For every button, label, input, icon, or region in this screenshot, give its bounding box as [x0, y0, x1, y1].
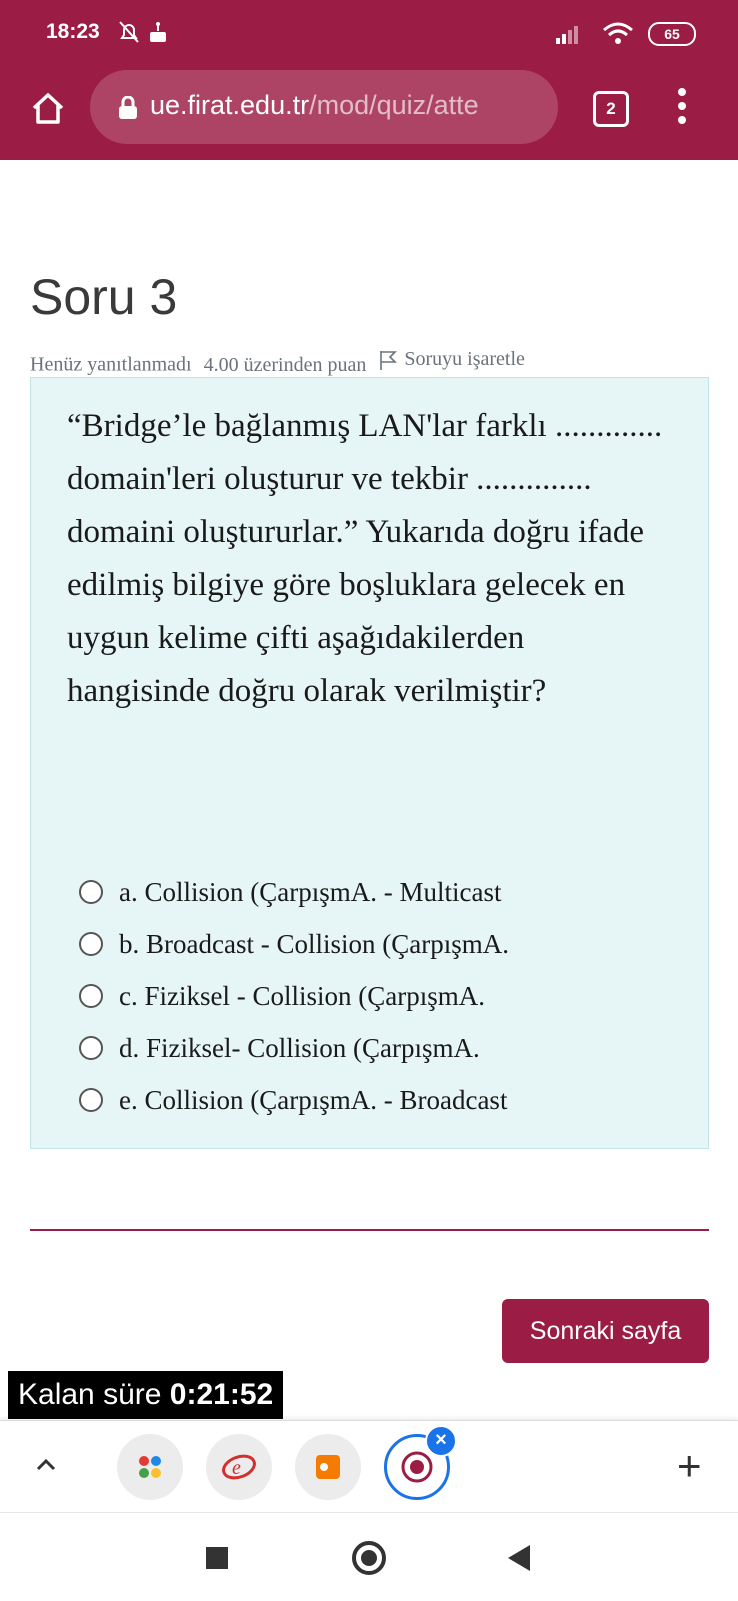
url-path: /mod/quiz/atte [309, 90, 479, 120]
system-nav-bar [0, 1512, 738, 1601]
answer-option-e[interactable]: e. Collision (ÇarpışmA. - Broadcast [79, 1074, 509, 1126]
answer-option-a[interactable]: a. Collision (ÇarpışmA. - Multicast [79, 866, 509, 918]
question-text: “Bridge’le bağlanmış LAN'lar farklı ....… [67, 408, 663, 709]
tab-thumbnail-active[interactable]: × [384, 1425, 457, 1500]
site-favicon-icon [139, 1456, 161, 1478]
question-info: Henüz yanıtlanmadı 4.00 üzerinden puan Sor… [30, 348, 525, 377]
wifi-icon [603, 22, 633, 44]
next-page-button[interactable]: Sonraki sayfa [502, 1299, 709, 1363]
site-favicon-icon [316, 1455, 340, 1479]
home-icon [32, 93, 64, 124]
address-bar[interactable]: ue.firat.edu.tr/mod/quiz/atte [90, 70, 558, 144]
question-grade: 4.00 üzerinden puan [203, 353, 367, 376]
radio-button[interactable] [79, 932, 103, 956]
menu-dot-icon [678, 116, 686, 124]
status-time: 18:23 [46, 20, 100, 43]
tab-thumbnail[interactable] [117, 1434, 183, 1500]
svg-text:e: e [232, 1457, 241, 1479]
radio-button[interactable] [79, 984, 103, 1008]
quiz-timer: Kalan süre 0:21:52 [8, 1371, 284, 1419]
tab-thumbnail[interactable]: e [206, 1434, 272, 1500]
flag-icon [380, 350, 398, 370]
timer-value: 0:21:52 [169, 1378, 274, 1411]
question-state: Henüz yanıtlanmadı [30, 353, 192, 376]
tab-switcher-button[interactable]: 2 [593, 91, 629, 127]
close-tab-icon[interactable]: × [425, 1425, 457, 1457]
answer-label: d. Fiziksel- Collision (ÇarpışmA. [119, 1032, 480, 1063]
divider [30, 1229, 709, 1231]
radio-button[interactable] [79, 1036, 103, 1060]
tab-strip: e × + [0, 1420, 738, 1513]
question-title: Soru 3 [30, 269, 178, 325]
back-nav-icon[interactable] [508, 1545, 530, 1571]
answer-label: a. Collision (ÇarpışmA. - Multicast [119, 876, 502, 907]
answer-label: b. Broadcast - Collision (ÇarpışmA. [119, 928, 509, 959]
answer-list: a. Collision (ÇarpışmA. - Multicast b. B… [79, 866, 509, 1126]
lock-icon [119, 96, 137, 119]
home-nav-icon[interactable] [352, 1541, 386, 1575]
flag-question-label: Soruyu işaretle [404, 348, 525, 370]
signal-icon [556, 26, 578, 44]
question-box: “Bridge’le bağlanmış LAN'lar farklı ....… [30, 377, 709, 1149]
chevron-up-icon[interactable] [34, 1453, 58, 1477]
recent-apps-icon[interactable] [206, 1547, 228, 1569]
timer-label: Kalan süre [18, 1378, 162, 1411]
answer-option-c[interactable]: c. Fiziksel - Collision (ÇarpışmA. [79, 970, 509, 1022]
battery-indicator: 65 [648, 22, 696, 46]
tab-thumbnail[interactable] [295, 1434, 361, 1500]
menu-dot-icon [678, 102, 686, 110]
answer-label: e. Collision (ÇarpışmA. - Broadcast [119, 1084, 508, 1115]
flag-question-link[interactable]: Soruyu işaretle [378, 348, 525, 371]
answer-option-b[interactable]: b. Broadcast - Collision (ÇarpışmA. [79, 918, 509, 970]
cake-icon [150, 22, 166, 42]
browser-menu-button[interactable] [676, 88, 688, 128]
new-tab-icon[interactable]: + [677, 1445, 702, 1487]
site-favicon-icon: e [222, 1454, 256, 1480]
answer-option-d[interactable]: d. Fiziksel- Collision (ÇarpışmA. [79, 1022, 509, 1074]
status-notification-icons [118, 20, 174, 51]
url-domain: ue.firat.edu.tr [150, 90, 310, 120]
url-text: ue.firat.edu.tr/mod/quiz/atte [150, 90, 479, 121]
browser-header: 18:23 65 ue.firat.edu.tr/mod/quiz/atte 2 [0, 0, 738, 160]
radio-button[interactable] [79, 880, 103, 904]
radio-button[interactable] [79, 1088, 103, 1112]
menu-dot-icon [678, 88, 686, 96]
bell-off-icon [119, 21, 139, 43]
answer-label: c. Fiziksel - Collision (ÇarpışmA. [119, 980, 485, 1011]
home-button[interactable] [28, 88, 68, 128]
